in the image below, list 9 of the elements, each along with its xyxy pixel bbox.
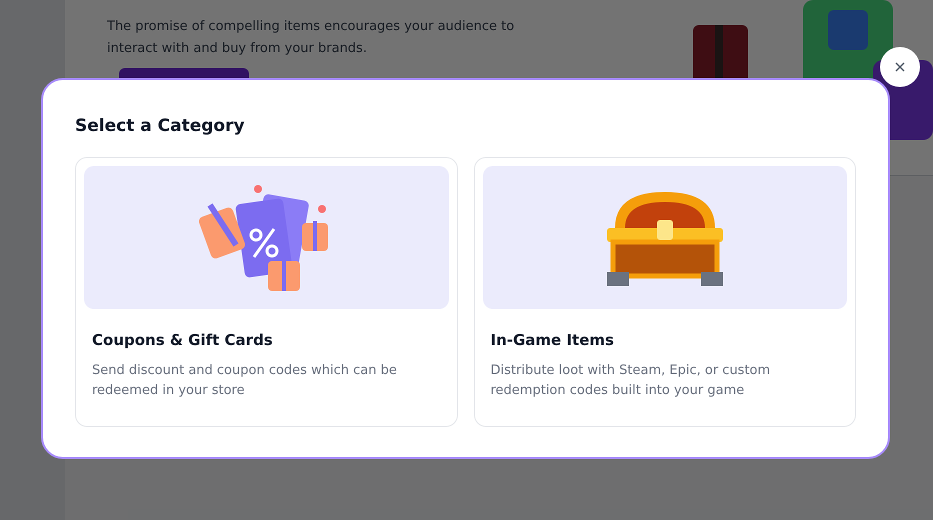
category-card[interactable]: Coupons & Gift Cards Send discount and coupon codes which can be redeemed in your store bbox=[75, 157, 458, 427]
page-description: The promise of compelling items encourages your audience to interact with and buy from your brands. bbox=[107, 18, 516, 58]
category-title: In-Game Items bbox=[490, 330, 615, 351]
category-title: Coupons & Gift Cards bbox=[91, 330, 274, 351]
category-card[interactable]: In-Game Items Distribute loot with Steam, Epic, or custom redemption codes built into your game bbox=[474, 157, 856, 427]
category-description: Distribute loot with Steam, Epic, or custom redemption codes built into your game bbox=[490, 362, 772, 400]
dialog-title: Select a Category bbox=[75, 115, 246, 138]
close-icon bbox=[895, 62, 905, 72]
category-description: Send discount and coupon codes which can be redeemed in your store bbox=[91, 362, 398, 400]
